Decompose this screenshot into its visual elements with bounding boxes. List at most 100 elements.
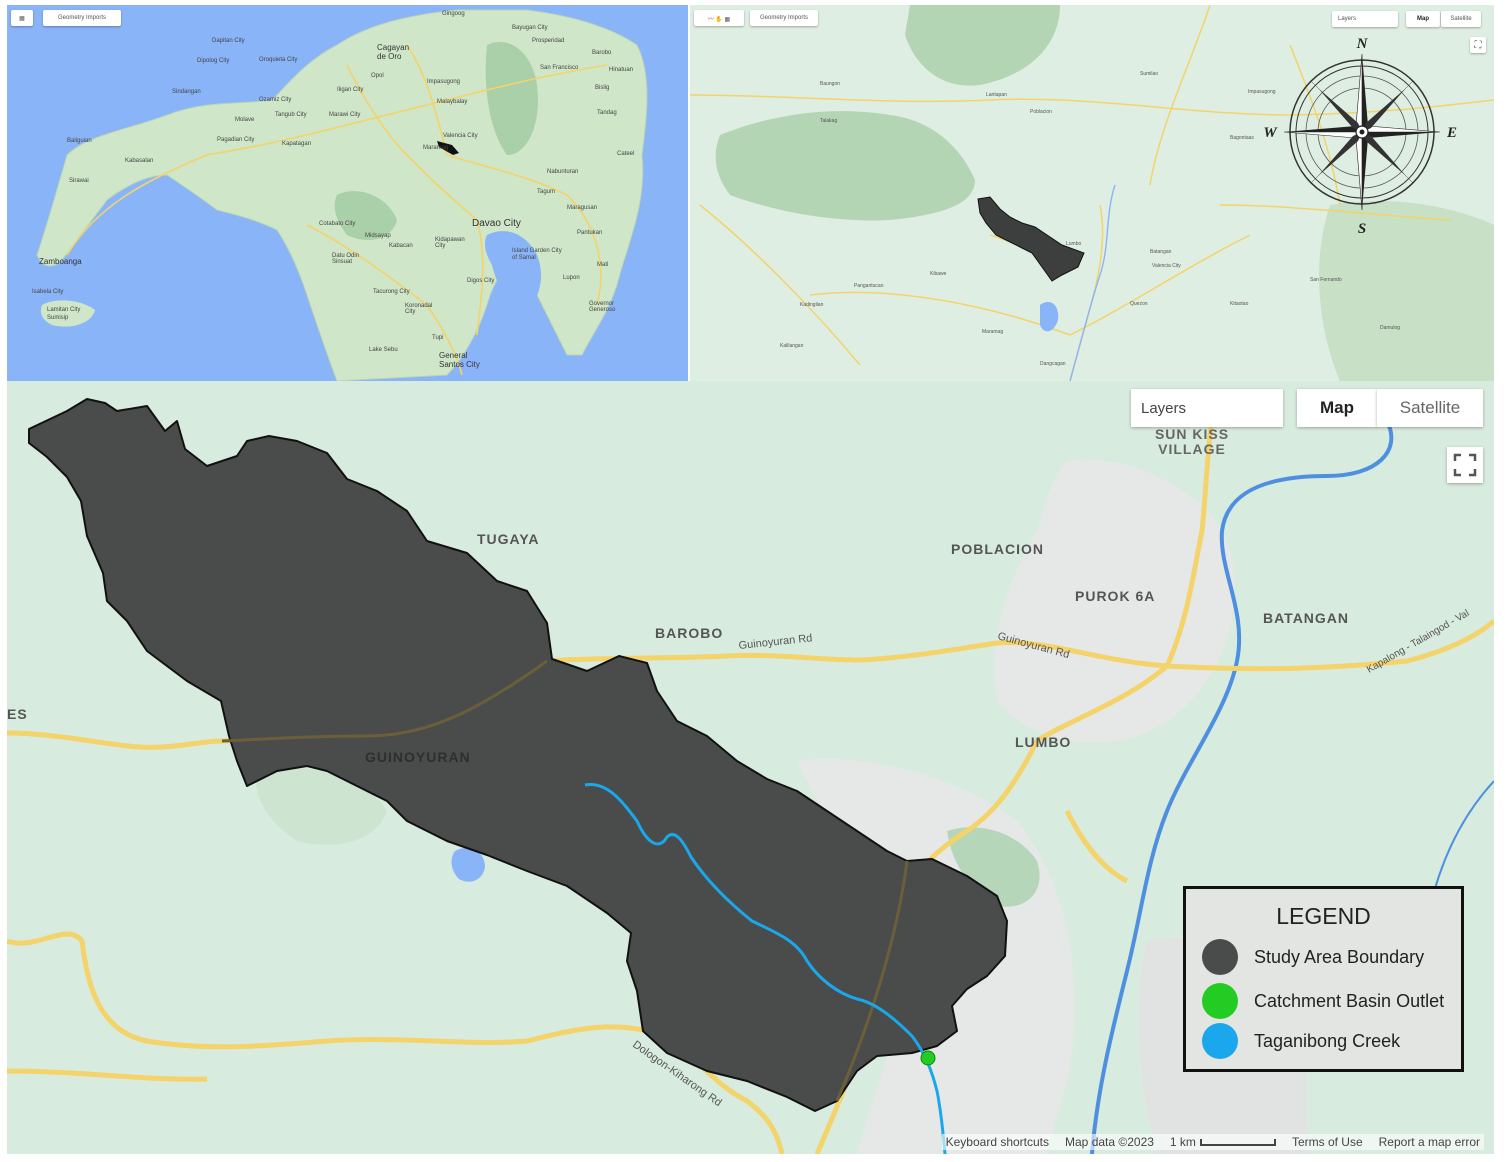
- place-label: Bislig: [595, 85, 610, 91]
- place-label: Maramag: [982, 329, 1004, 335]
- place-label: Prosperidad: [532, 38, 565, 44]
- forest-region-3: [1319, 201, 1494, 381]
- regional-river: [1069, 184, 1116, 381]
- study-area-map[interactable]: Guinoyuran Rd Guinoyuran Rd Kapalong - T…: [7, 381, 1494, 1154]
- compass-s-label: S: [1358, 221, 1366, 237]
- fullscreen-icon[interactable]: [1447, 447, 1483, 483]
- place-label: Valencia City: [443, 133, 478, 139]
- place-label: PUROK 6A: [1075, 588, 1156, 604]
- legend-label: Study Area Boundary: [1254, 946, 1425, 967]
- study-area-swatch-icon: [1202, 939, 1238, 975]
- terms-link[interactable]: Terms of Use: [1292, 1135, 1363, 1149]
- catchment-basin-outlet: [920, 1050, 936, 1066]
- place-label: Kabasalan: [125, 158, 154, 164]
- place-label: Batangan: [1150, 249, 1172, 255]
- grid-icon[interactable]: ▦: [11, 10, 33, 26]
- place-label: Davao City: [472, 218, 521, 229]
- place-label: Baungon: [820, 81, 841, 87]
- place-label: Dangcagan: [1040, 361, 1066, 367]
- place-label: Digos City: [467, 278, 495, 284]
- place-label: LUMBO: [1015, 734, 1072, 750]
- place-label: Zamboanga: [39, 257, 82, 266]
- place-label: Sumilao: [1140, 71, 1159, 77]
- geometry-imports-button[interactable]: Geometry Imports: [750, 10, 818, 26]
- layers-button[interactable]: Layers: [1131, 389, 1283, 427]
- place-label: Kalilangan: [780, 343, 804, 349]
- regional-map[interactable]: N S E W 〰 ✋ ▦ Geometry Imports Layers Ma…: [690, 5, 1494, 381]
- place-label: Molave: [235, 117, 255, 123]
- basilan-island: [40, 300, 95, 327]
- place-label: Nabunturan: [547, 169, 579, 175]
- place-label: Poblacion: [1030, 109, 1052, 115]
- legend: LEGEND Study Area Boundary Catchment Bas…: [1183, 886, 1464, 1072]
- place-label: Mati: [597, 262, 609, 268]
- geometry-imports-button[interactable]: Geometry Imports: [43, 10, 121, 26]
- study-area-regional: [977, 196, 1085, 282]
- place-label: Kibawe: [930, 271, 947, 277]
- place-label: GUINOYURAN: [365, 749, 471, 765]
- fullscreen-icon[interactable]: ⛶: [1470, 37, 1486, 53]
- place-label: Kadingilan: [800, 302, 824, 308]
- place-label: Sumisip: [47, 315, 69, 321]
- place-label: Talakag: [820, 118, 838, 124]
- place-label: Datu Odin Sinsuat: [332, 253, 360, 265]
- road-label: Kapalong - Talaingod - Val: [1365, 608, 1471, 676]
- place-label: Lake Sebu: [369, 347, 398, 353]
- place-label: Oroquieta City: [259, 57, 298, 63]
- map-type-satellite-button[interactable]: Satellite: [1377, 389, 1483, 427]
- report-error-link[interactable]: Report a map error: [1379, 1135, 1480, 1149]
- map-type-satellite-button[interactable]: Satellite: [1441, 11, 1481, 27]
- keyboard-shortcuts-link[interactable]: Keyboard shortcuts: [946, 1135, 1049, 1149]
- place-label: Tacurong City: [373, 289, 410, 295]
- place-label: Dipolog City: [197, 58, 230, 64]
- place-label: Iligan City: [337, 87, 364, 93]
- place-label: Midsayap: [365, 233, 391, 239]
- place-label: Impasugong: [1248, 89, 1276, 95]
- place-label: Lupon: [563, 275, 580, 281]
- place-label: Dapitan City: [212, 38, 245, 44]
- overview-map[interactable]: ▦ Geometry Imports Dapitan City Gingoog …: [7, 5, 688, 381]
- place-label: Lumbo: [1066, 241, 1082, 247]
- legend-item-outlet: Catchment Basin Outlet: [1202, 983, 1444, 1019]
- place-label: Tandag: [597, 110, 617, 116]
- place-label: Pangantucan: [854, 283, 884, 289]
- legend-label: Taganibong Creek: [1254, 1030, 1401, 1051]
- forest-region-2: [905, 5, 1060, 86]
- place-label: San Fernando: [1310, 277, 1342, 283]
- map-type-map-button[interactable]: Map: [1297, 389, 1377, 427]
- layers-button[interactable]: Layers: [1332, 11, 1398, 27]
- scale-bar: [1199, 1139, 1276, 1147]
- place-label: TUGAYA: [477, 531, 540, 547]
- place-label: Kitaotao: [1230, 301, 1249, 307]
- road-label: Guinoyuran Rd: [738, 632, 813, 652]
- place-label: Gingoog: [442, 11, 465, 17]
- study-area-boundary: [28, 398, 1008, 1112]
- place-label: Damulog: [1380, 325, 1401, 331]
- place-label: BAROBO: [655, 625, 724, 641]
- place-label: Impasugong: [427, 79, 461, 85]
- place-label: Bayugan City: [512, 25, 548, 31]
- place-label: Opol: [371, 73, 384, 79]
- place-label: Bagontaas: [1230, 135, 1254, 141]
- legend-item-creek: Taganibong Creek: [1202, 1023, 1400, 1059]
- place-label: Cotabato City: [319, 221, 356, 227]
- place-label: Sindangan: [172, 89, 201, 95]
- compass-w-label: W: [1263, 125, 1278, 141]
- place-label: ES: [7, 706, 28, 722]
- place-label: Tupi: [432, 335, 444, 341]
- forest-region-1: [715, 111, 975, 221]
- drawing-tools[interactable]: 〰 ✋ ▦: [694, 10, 744, 26]
- map-data-attribution: Map data ©2023: [1065, 1135, 1154, 1149]
- legend-label: Catchment Basin Outlet: [1254, 990, 1445, 1011]
- place-label: POBLACION: [951, 541, 1044, 557]
- place-label: Quezon: [1130, 301, 1148, 307]
- compass-n-label: N: [1356, 36, 1369, 52]
- place-label: General Santos City: [439, 351, 480, 369]
- place-label: Tangub City: [275, 112, 307, 118]
- place-label: Kapatagan: [282, 141, 312, 147]
- map-type-map-button[interactable]: Map: [1406, 11, 1440, 27]
- place-label: San Francisco: [540, 65, 579, 71]
- scale-control[interactable]: 1 km: [1170, 1135, 1276, 1149]
- place-label: Lantapan: [986, 92, 1007, 98]
- place-label: SUN KISS VILLAGE: [1154, 426, 1230, 457]
